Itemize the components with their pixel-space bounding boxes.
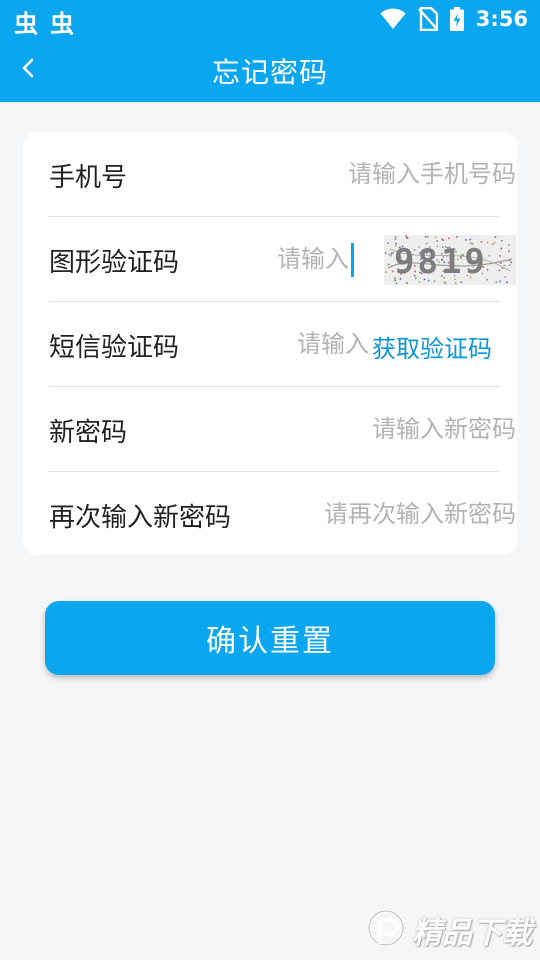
app-header: 虫 虫 3:56 忘记密码 <box>0 0 540 102</box>
wifi-icon <box>380 8 406 29</box>
captcha-noise-dot <box>395 282 398 285</box>
app-notification-icon: 虫 <box>50 10 74 38</box>
captcha-noise-dot <box>508 244 510 246</box>
phone-row: 手机号 <box>49 132 516 217</box>
new-password-label: 新密码 <box>49 418 128 448</box>
sms-code-label: 短信验证码 <box>49 333 180 363</box>
captcha-noise-dot <box>390 254 392 257</box>
captcha-noise-dot <box>424 236 427 238</box>
page-title: 忘记密码 <box>211 56 328 89</box>
captcha-noise-dot <box>448 237 450 240</box>
status-icons: 3:56 <box>380 6 528 32</box>
get-code-button[interactable]: 获取验证码 <box>372 329 492 364</box>
text-cursor <box>351 243 354 277</box>
captcha-noise-dot <box>495 281 498 284</box>
captcha-noise-dot <box>387 242 389 244</box>
phone-label: 手机号 <box>49 163 128 193</box>
captcha-noise-dot <box>508 250 510 253</box>
phone-input[interactable] <box>249 150 516 198</box>
captcha-noise-dot <box>405 235 407 237</box>
captcha-noise-dot <box>387 263 390 266</box>
captcha-noise-dot <box>469 238 472 241</box>
new-password-input[interactable] <box>249 405 516 453</box>
captcha-noise-dot <box>501 240 503 242</box>
captcha-noise-dot <box>444 282 447 285</box>
confirm-password-row: 再次输入新密码 <box>49 472 516 557</box>
captcha-noise-dot <box>390 252 393 255</box>
captcha-noise-dot <box>493 242 496 244</box>
captcha-noise-dot <box>503 264 506 267</box>
captcha-noise-dot <box>499 280 501 283</box>
captcha-text: 9819 <box>394 242 488 282</box>
captcha-noise-dot <box>385 271 387 273</box>
captcha-noise-dot <box>499 255 501 257</box>
captcha-noise-dot <box>506 281 508 284</box>
captcha-noise-dot <box>504 276 507 278</box>
captcha-noise-dot <box>465 239 467 241</box>
captcha-noise-dot <box>394 236 397 238</box>
captcha-noise-dot <box>488 254 490 257</box>
sms-code-input[interactable] <box>219 320 369 368</box>
watermark: 精品下载 <box>366 908 532 952</box>
captcha-noise-dot <box>510 261 513 264</box>
no-sim-icon <box>417 7 438 31</box>
captcha-noise-dot <box>384 252 387 254</box>
title-bar: 忘记密码 <box>0 38 540 102</box>
captcha-noise-dot <box>427 236 429 238</box>
captcha-noise-dot <box>388 253 391 256</box>
status-time: 3:56 <box>475 7 528 31</box>
confirm-password-input[interactable] <box>264 490 516 538</box>
image-code-input[interactable] <box>229 235 349 283</box>
captcha-noise-dot <box>456 236 458 238</box>
captcha-noise-dot <box>434 236 437 239</box>
captcha-noise: 9819 <box>384 235 516 285</box>
captcha-noise-dot <box>441 238 443 241</box>
app-notification-icon: 虫 <box>14 10 38 38</box>
captcha-noise-dot <box>491 243 494 246</box>
captcha-noise-dot <box>509 264 511 266</box>
sms-code-row: 短信验证码 获取验证码 <box>49 302 500 387</box>
captcha-noise-dot <box>498 269 501 272</box>
reset-form-card: 手机号 图形验证码 9819 短信验证码 获取验证码 新密码 再次输入新密码 <box>23 132 517 555</box>
image-code-row: 图形验证码 9819 <box>49 217 516 302</box>
status-bar: 虫 虫 3:56 <box>0 0 540 38</box>
captcha-image[interactable]: 9819 <box>384 235 516 285</box>
captcha-noise-dot <box>405 236 408 239</box>
battery-charging-icon <box>449 7 464 31</box>
confirm-reset-button[interactable]: 确认重置 <box>45 601 495 675</box>
captcha-noise-dot <box>500 262 502 264</box>
captcha-noise-dot <box>494 236 497 238</box>
image-code-label: 图形验证码 <box>49 248 180 278</box>
watermark-text: 精品下载 <box>412 916 532 951</box>
captcha-noise-dot <box>454 282 457 285</box>
watermark-logo-icon <box>367 909 405 947</box>
captcha-noise-dot <box>394 238 397 240</box>
captcha-noise-dot <box>500 247 503 250</box>
new-password-row: 新密码 <box>49 387 516 472</box>
captcha-noise-dot <box>406 282 408 284</box>
confirm-password-label: 再次输入新密码 <box>49 503 232 533</box>
